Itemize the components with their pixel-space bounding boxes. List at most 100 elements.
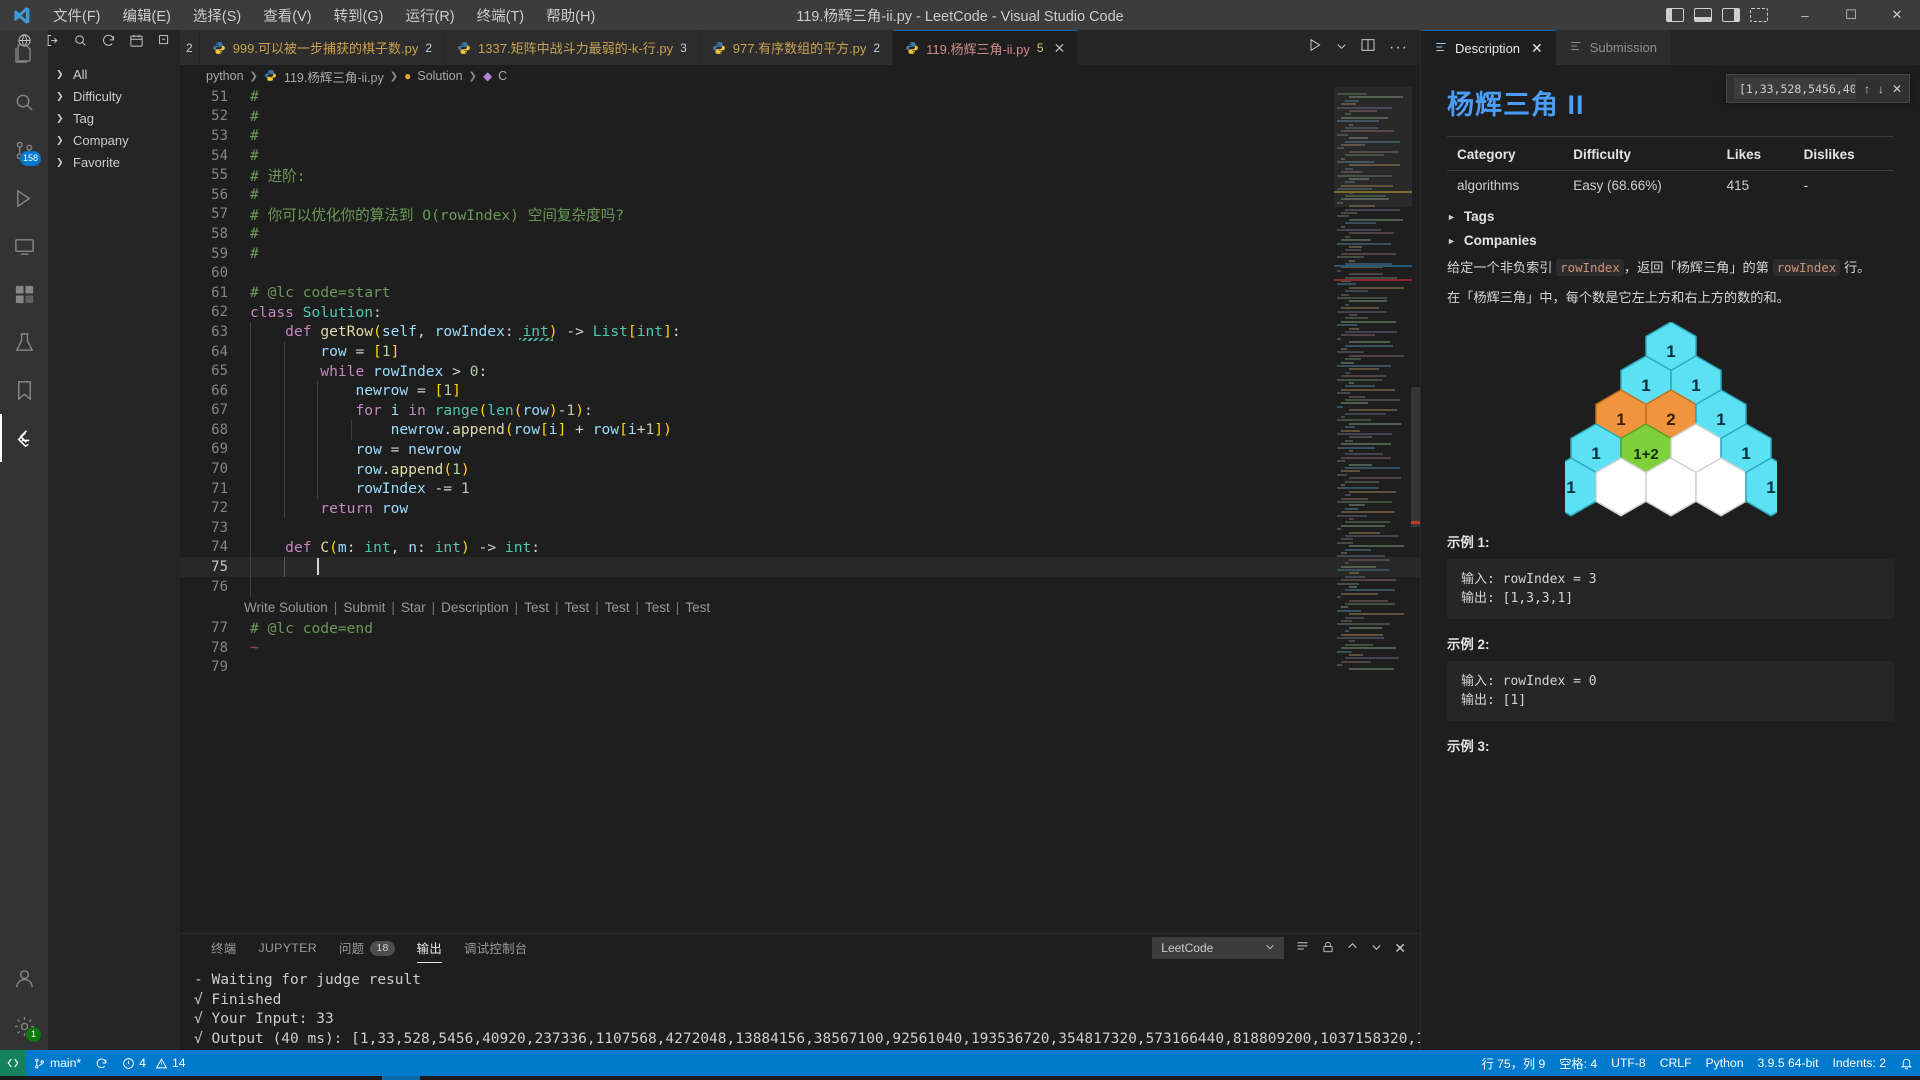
code-line[interactable]: 56 # (180, 185, 1420, 205)
code-lines[interactable]: 51 #52 #53 #54 #55 # 进阶: 56 #57 # 你可以优化你的算法到 O(r… (180, 87, 1420, 677)
panel-tab-jupyter[interactable]: JUPYTER (247, 933, 328, 963)
close-panel-icon[interactable]: ✕ (1394, 940, 1406, 957)
clear-output-icon[interactable] (1295, 939, 1310, 957)
code-line[interactable]: 65 while rowIndex > 0: (180, 361, 1420, 381)
activity-search[interactable] (0, 78, 48, 126)
code-editor[interactable]: 51 #52 #53 #54 #55 # 进阶: 56 #57 # 你可以优化你的算法到 O(r… (180, 87, 1420, 933)
activity-settings[interactable]: 1 (0, 1002, 48, 1050)
menu-view[interactable]: 查看(V) (252, 1, 322, 30)
close-icon[interactable]: ✕ (1531, 40, 1543, 57)
tab-submission[interactable]: Submission (1555, 30, 1670, 65)
hide-panel-icon[interactable] (1370, 940, 1383, 956)
activity-accounts[interactable] (0, 954, 48, 1002)
toggle-primary-sidebar-icon[interactable] (1666, 8, 1684, 22)
codelens-test-5[interactable]: Test (564, 600, 589, 615)
codelens-bar[interactable]: Write Solution | Submit | Star | Description | T… (180, 596, 1420, 618)
taskbar-app-chrome[interactable] (268, 1076, 306, 1080)
status-eol[interactable]: CRLF (1653, 1050, 1699, 1076)
collapsible-tags[interactable]: ► Tags (1447, 209, 1894, 224)
more-actions-icon[interactable]: ··· (1389, 39, 1408, 57)
codelens-test-4[interactable]: Test (524, 600, 549, 615)
status-language-mode[interactable]: Python (1699, 1050, 1751, 1076)
output-panel-body[interactable]: - Waiting for judge result √ Finished √ … (180, 962, 1420, 1050)
activity-run-and-debug[interactable] (0, 174, 48, 222)
status-branch[interactable]: main* (26, 1050, 88, 1076)
code-line[interactable]: 63 def getRow(self, rowIndex: int) -> Li… (180, 322, 1420, 342)
lock-scroll-icon[interactable] (1321, 940, 1335, 957)
code-line[interactable]: 52 # (180, 107, 1420, 127)
sidebar-item-difficulty[interactable]: ❯ Difficulty (48, 85, 180, 107)
customize-layout-icon[interactable] (1750, 8, 1768, 22)
panel-tab-terminal[interactable]: 终端 (200, 933, 247, 963)
code-line[interactable]: 68 newrow.append(row[i] + row[i+1]) (180, 420, 1420, 440)
code-line[interactable]: 64 row = [1] (180, 342, 1420, 362)
menu-go[interactable]: 转到(G) (323, 1, 395, 30)
editor-tab-1337[interactable]: 1337.矩阵中战斗力最弱的-k-行.py 3 (445, 30, 700, 65)
code-line[interactable]: 75 (180, 557, 1420, 577)
taskbar-app-terminal[interactable] (306, 1076, 344, 1080)
sidebar-item-tag[interactable]: ❯ Tag (48, 107, 180, 129)
menu-help[interactable]: 帮助(H) (535, 1, 606, 30)
menu-file[interactable]: 文件(F) (42, 1, 112, 30)
taskbar-app-files[interactable] (344, 1076, 382, 1080)
status-sync[interactable] (88, 1050, 115, 1076)
maximize-panel-icon[interactable] (1346, 940, 1359, 956)
editor-tab-977[interactable]: 977.有序数组的平方.py 2 (699, 30, 894, 65)
activity-extensions[interactable] (0, 270, 48, 318)
close-icon[interactable]: ✕ (1054, 40, 1066, 57)
maximize-button[interactable]: ☐ (1828, 0, 1874, 30)
split-editor-icon[interactable] (1360, 37, 1376, 58)
taskbar-taskview-icon[interactable] (78, 1076, 116, 1080)
tab-description[interactable]: Description ✕ (1421, 30, 1556, 65)
minimap-slider[interactable] (1334, 87, 1412, 207)
code-line[interactable]: 72 return row (180, 498, 1420, 518)
code-line[interactable]: 60 (180, 263, 1420, 283)
taskbar-app-vscode[interactable] (382, 1076, 420, 1080)
status-indentation[interactable]: 空格: 4 (1552, 1050, 1604, 1076)
find-next-icon[interactable]: ↓ (1878, 82, 1884, 96)
sidebar-item-favorite[interactable]: ❯ Favorite (48, 151, 180, 173)
collapsible-companies[interactable]: ► Companies (1447, 233, 1894, 248)
status-cursor-position[interactable]: 行 75，列 9 (1475, 1050, 1553, 1076)
menu-terminal[interactable]: 终端(T) (466, 1, 536, 30)
breadcrumb-folder[interactable]: python (206, 69, 244, 83)
breadcrumb-symbol-method[interactable]: C (498, 69, 507, 83)
output-channel-select[interactable]: LeetCode (1152, 937, 1285, 960)
activity-source-control[interactable]: 158 (0, 126, 48, 174)
close-button[interactable]: ✕ (1874, 0, 1920, 30)
sidebar-item-company[interactable]: ❯ Company (48, 129, 180, 151)
find-previous-icon[interactable]: ↑ (1864, 82, 1870, 96)
codelens-description-3[interactable]: Description (441, 600, 509, 615)
panel-tab-debug-console[interactable]: 调试控制台 (453, 933, 538, 963)
toggle-panel-icon[interactable] (1694, 8, 1712, 22)
description-content[interactable]: 杨辉三角 II Category Difficulty Likes Dislik… (1421, 65, 1920, 1050)
breadcrumb-symbol-class[interactable]: Solution (417, 69, 462, 83)
menu-run[interactable]: 运行(R) (394, 1, 465, 30)
code-line[interactable]: 70 row.append(1) (180, 459, 1420, 479)
calendar-icon[interactable] (129, 33, 144, 53)
status-problems[interactable]: 4 14 (115, 1050, 192, 1076)
codelens-test-8[interactable]: Test (685, 600, 710, 615)
code-line[interactable]: 78 ~ (180, 638, 1420, 658)
code-line[interactable]: 54 # (180, 146, 1420, 166)
taskbar-app-music[interactable] (230, 1076, 268, 1080)
run-python-file-icon[interactable] (1307, 37, 1323, 58)
remote-indicator[interactable] (0, 1050, 26, 1076)
codelens-write-solution-0[interactable]: Write Solution (244, 600, 328, 615)
code-line[interactable]: 62 class Solution: (180, 303, 1420, 323)
sidebar-item-all[interactable]: ❯ All (48, 63, 180, 85)
breadcrumb-file[interactable]: 119.杨辉三角-ii.py (284, 67, 384, 86)
refresh-icon[interactable] (101, 33, 116, 53)
panel-tab-problems[interactable]: 问题 18 (328, 933, 406, 963)
editor-tab-999[interactable]: 999.可以被一步捕获的棋子数.py 2 (199, 30, 446, 65)
codelens-test-7[interactable]: Test (645, 600, 670, 615)
start-button[interactable] (2, 1076, 40, 1080)
code-line[interactable]: 73 (180, 518, 1420, 538)
status-encoding[interactable]: UTF-8 (1604, 1050, 1653, 1076)
find-input[interactable]: [1,33,528,5456,40920,2373 (1733, 78, 1856, 99)
codelens-star-2[interactable]: Star (401, 600, 426, 615)
taskbar-app-explorer[interactable] (154, 1076, 192, 1080)
code-line[interactable]: 76 (180, 577, 1420, 597)
activity-bookmarks[interactable] (0, 366, 48, 414)
chevron-down-icon[interactable] (1336, 39, 1347, 57)
